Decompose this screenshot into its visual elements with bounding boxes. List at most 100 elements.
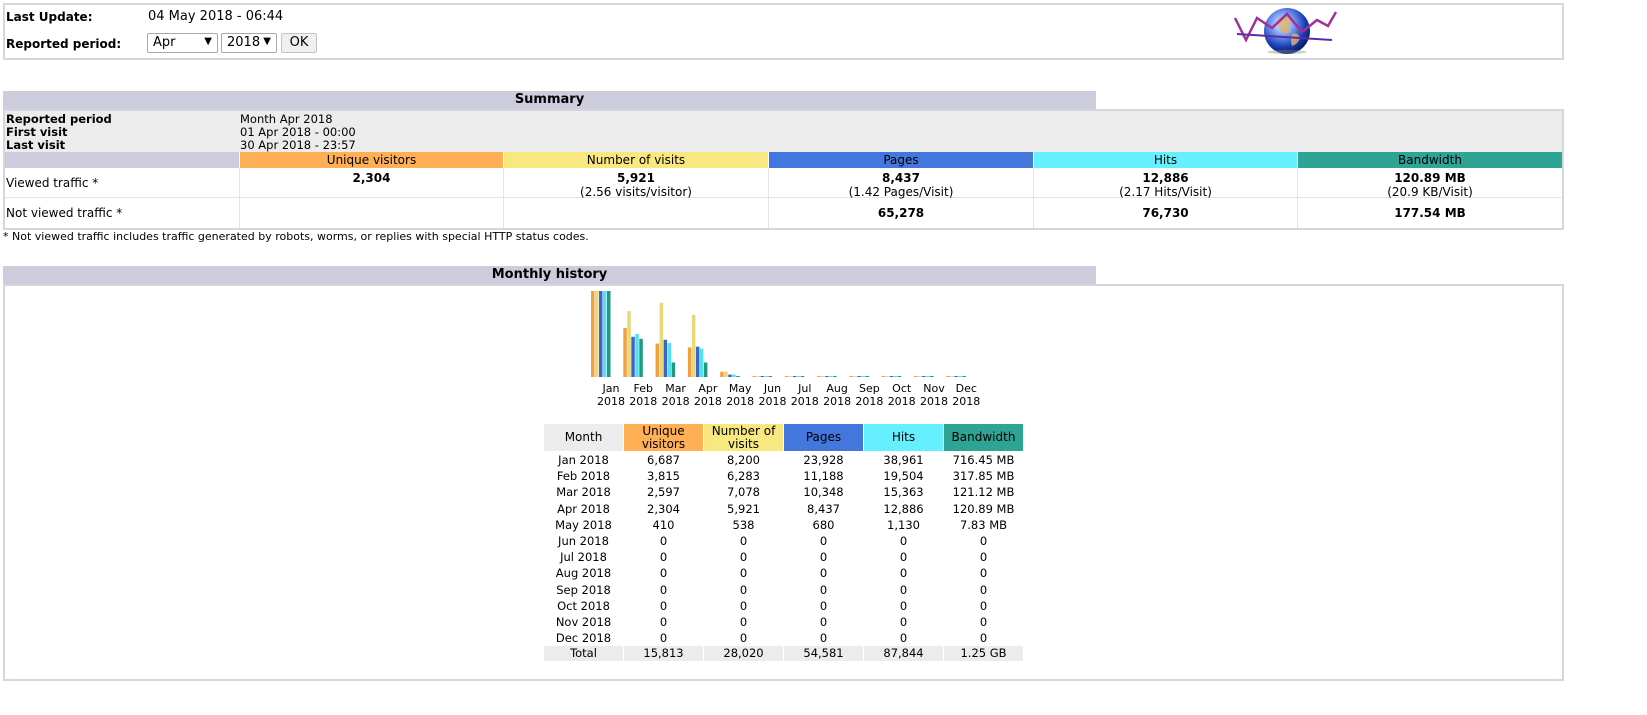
month-select-value: Apr [153,35,176,50]
mh-cell-visits: 0 [739,598,748,613]
awstats-logo[interactable] [1232,4,1342,58]
bar-pages-jan [599,291,603,377]
year-select[interactable]: 2018 ▼ [221,33,277,53]
x-tick-year: 2018 [597,395,625,408]
bar-number-of-visits-nov [918,376,922,377]
bar-unique-visitors-feb [623,327,627,377]
col-header-pages: Pages [769,152,1033,168]
not-viewed-bandwidth: 177.54 MB [1394,206,1466,220]
x-tick-year: 2018 [888,395,916,408]
bar-hits-aug [829,376,833,377]
bar-unique-visitors-apr [687,347,692,377]
bar-pages-feb [631,336,635,377]
bar-hits-dec [958,376,962,377]
not-viewed-pages: 65,278 [877,206,925,220]
mh-cell-month: May 2018 [555,517,612,532]
mh-cell-hits: 12,886 [883,501,924,516]
ok-button[interactable]: OK [281,33,317,53]
mh-cell-pages: 0 [819,582,828,597]
bar-number-of-visits-dec [950,376,954,377]
mh-cell-unique-visitors: 2,597 [647,485,680,500]
reported-period-info-value: Month Apr 2018 [240,112,333,126]
bar-bandwidth-mb--jul [800,376,805,377]
table-row: Jun 2018 0 0 0 0 0 [544,533,1023,549]
mh-cell-pages: 0 [819,598,828,613]
mh-cell-bandwidth: 7.83 MB [959,517,1008,532]
mh-cell-unique-visitors: 410 [652,517,675,532]
x-tick-month: Dec [956,382,977,395]
bar-bandwidth-mb--mar [671,362,676,377]
chevron-down-icon: ▼ [204,36,212,47]
monthly-history-title: Monthly history [3,266,1096,284]
bar-hits-jan [603,291,607,377]
x-tick-month: Nov [923,382,945,395]
mh-cell-hits: 0 [899,550,908,565]
mh-cell-visits: 5,921 [727,501,760,516]
bar-number-of-visits-aug [821,376,825,377]
mh-cell-pages: 0 [819,615,828,629]
viewed-unique-visitors: 2,304 [352,171,391,185]
mh-cell-bandwidth: 0 [979,615,988,629]
x-tick-month: Jul [797,382,811,395]
mh-cell-hits: 19,504 [883,469,924,484]
x-tick-year: 2018 [920,395,948,408]
mh-cell-pages: 680 [812,517,835,532]
mh-cell-bandwidth: 0 [979,566,988,581]
x-tick-year: 2018 [629,395,657,408]
mh-header-hits: Hits [864,424,943,451]
mh-cell-pages: 0 [819,550,828,565]
bar-bandwidth-mb--jun [768,376,772,377]
bar-pages-may [728,374,732,377]
table-row: Aug 2018 0 0 0 0 0 [544,565,1023,581]
mh-cell-pages: 0 [819,534,828,548]
mh-cell-pages: 8,437 [807,501,840,516]
x-tick-month: Apr [698,382,718,395]
mh-total-month: Total [544,646,623,661]
chevron-down-icon: ▼ [263,36,271,47]
table-row: Apr 2018 2,304 5,921 8,437 12,886 120.89 MB [544,501,1023,517]
mh-cell-visits: 8,200 [727,453,760,467]
table-row: Sep 2018 0 0 0 0 0 [544,582,1023,598]
bar-unique-visitors-oct [881,376,886,377]
summary-header-blank [5,152,239,168]
mh-cell-visits: 0 [739,631,748,646]
mh-cell-month: Jan 2018 [558,453,609,467]
mh-cell-visits: 0 [739,582,748,597]
mh-cell-month: Nov 2018 [555,615,612,629]
mh-cell-hits: 0 [899,598,908,613]
x-tick-year: 2018 [662,395,690,408]
mh-cell-unique-visitors: 0 [659,598,668,613]
x-tick-year: 2018 [952,395,980,408]
bar-unique-visitors-jan [591,291,595,377]
mh-cell-hits: 15,363 [883,485,924,500]
x-tick-month: Feb [634,382,653,395]
x-tick-month: Sep [859,382,880,395]
bar-hits-may [732,374,736,377]
bar-pages-oct [889,376,894,377]
bar-number-of-visits-may [724,371,728,377]
x-tick-year: 2018 [855,395,883,408]
mh-cell-visits: 7,078 [727,485,760,500]
bar-unique-visitors-jun [752,376,756,377]
not-viewed-hits: 76,730 [1142,206,1189,220]
x-tick-year: 2018 [823,395,851,408]
x-tick-month: May [729,382,752,395]
mh-cell-visits: 0 [739,550,748,565]
mh-cell-pages: 0 [819,631,828,646]
mh-cell-month: Dec 2018 [555,631,612,646]
x-tick-month: Mar [665,382,686,395]
mh-cell-unique-visitors: 0 [659,615,668,629]
mh-cell-bandwidth: 0 [979,550,988,565]
monthly-history-chart: Jan2018Feb2018Mar2018Apr2018May2018Jun20… [591,291,980,408]
first-visit-value: 01 Apr 2018 - 00:00 [240,125,356,139]
mh-cell-month: Jul 2018 [560,550,607,565]
x-tick-month: Jan [602,382,620,395]
mh-cell-month: Sep 2018 [556,582,611,597]
bar-unique-visitors-may [720,371,724,377]
table-row: Oct 2018 0 0 0 0 0 [544,598,1023,614]
mh-cell-visits: 0 [739,566,748,581]
mh-cell-pages: 11,188 [803,469,844,484]
mh-cell-hits: 0 [899,582,908,597]
mh-header-bandwidth: Bandwidth [944,424,1023,451]
month-select[interactable]: Apr ▼ [147,33,218,53]
